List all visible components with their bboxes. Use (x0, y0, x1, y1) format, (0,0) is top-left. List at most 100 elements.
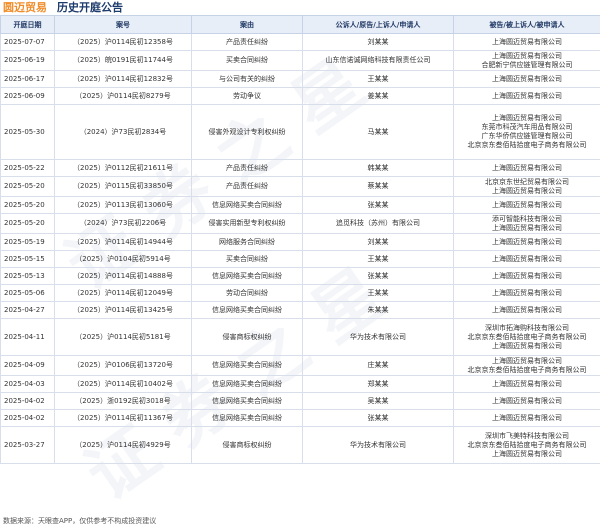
hearing-date-cell: 2025-05-22 (0, 159, 55, 177)
case-number-cell: （2025）沪0106民初13720号 (54, 355, 192, 376)
hearing-date-cell: 2025-04-02 (0, 409, 55, 427)
case-number-cell: （2025）沪0114民初14888号 (54, 267, 192, 285)
defendant-cell: 上海圆迈贸易有限公司 北京京东叁佰陆拾度电子商务有限公司 (453, 355, 600, 376)
case-cause-cell: 产品责任纠纷 (191, 33, 303, 51)
plaintiff-cell: 山东信诺诚网络科技有限责任公司 (302, 50, 454, 71)
defendant-name: 上海圆迈贸易有限公司 (492, 396, 562, 405)
brand-name: 圆迈贸易 (3, 1, 47, 14)
case-number-cell: （2025）沪0114民初12049号 (54, 284, 192, 302)
data-source-note: 数据来源：天眼查APP，仅供参考不构成投资建议 (3, 517, 157, 525)
defendant-name: 东莞市科茂汽车用品有限公司 (481, 123, 573, 131)
hearing-date-cell: 2025-05-20 (0, 213, 55, 234)
hearing-date-cell: 2025-05-19 (0, 233, 55, 251)
table-row: 2025-05-20 （2025）沪0115民初33850号 产品责任纠纷 蔡某某 北京… (0, 176, 600, 197)
defendant-cell: 上海圆迈贸易有限公司 (453, 233, 600, 251)
hearing-date-cell: 2025-07-07 (0, 33, 55, 51)
hearing-date-cell: 2025-06-09 (0, 87, 55, 105)
defendant-cell: 深圳市拓海购科技有限公司 北京京东叁佰陆拾度电子商务有限公司 上海圆迈贸易有限公司 (453, 318, 600, 356)
plaintiff-cell: 马某某 (302, 104, 454, 160)
case-cause-cell: 侵害实用新型专利权纠纷 (191, 213, 303, 234)
defendant-cell: 上海圆迈贸易有限公司 (453, 375, 600, 393)
case-cause-cell: 网络服务合同纠纷 (191, 233, 303, 251)
table-row: 2025-04-27 （2025）沪0114民初13425号 信息网络买卖合同纠纷 朱… (0, 301, 600, 319)
defendant-name: 上海圆迈贸易有限公司 (492, 449, 562, 458)
hearing-date-cell: 2025-05-13 (0, 267, 55, 285)
case-number-cell: （2025）沪0114民初14944号 (54, 233, 192, 251)
defendant-name: 上海圆迈贸易有限公司 (492, 379, 562, 388)
plaintiff-cell: 刘某某 (302, 233, 454, 251)
defendant-name: 上海圆迈贸易有限公司 (492, 305, 562, 314)
table-row: 2025-04-11 （2025）沪0114民初5181号 侵害商标权纠纷 华为技术有… (0, 318, 600, 356)
plaintiff-name: 吴某某 (367, 396, 389, 405)
defendant-cell: 上海圆迈贸易有限公司 (453, 392, 600, 410)
table-row: 2025-05-15 （2025）沪0104民初5914号 买卖合同纠纷 王某某 上海圆… (0, 250, 600, 268)
plaintiff-cell: 张某某 (302, 196, 454, 214)
case-number-cell: （2025）沪0114民初4929号 (54, 426, 192, 464)
defendant-cell: 上海圆迈贸易有限公司 (453, 250, 600, 268)
plaintiff-cell: 姜某某 (302, 87, 454, 105)
defendant-name: 深圳市拓海购科技有限公司 (485, 323, 569, 332)
defendant-cell: 上海圆迈贸易有限公司 (453, 409, 600, 427)
plaintiff-name: 张某某 (367, 413, 389, 422)
defendant-cell: 上海圆迈贸易有限公司 (453, 33, 600, 51)
case-number-cell: （2025）沪0114民初8279号 (54, 87, 192, 105)
defendant-name: 上海圆迈贸易有限公司 (492, 413, 562, 422)
case-cause-cell: 侵害商标权纠纷 (191, 318, 303, 356)
case-cause-cell: 信息网络买卖合同纠纷 (191, 196, 303, 214)
case-number-cell: （2025）沪0114民初5181号 (54, 318, 192, 356)
plaintiff-cell: 王某某 (302, 70, 454, 88)
plaintiff-cell: 吴某某 (302, 392, 454, 410)
defendant-name: 上海圆迈贸易有限公司 (492, 186, 562, 195)
table-row: 2025-05-22 （2025）沪0112民初21611号 产品责任纠纷 韩某某 上海… (0, 159, 600, 177)
table-row: 2025-04-02 （2025）沪0114民初11367号 信息网络买卖合同纠纷 张… (0, 409, 600, 427)
defendant-name: 上海圆迈贸易有限公司 (492, 356, 562, 365)
plaintiff-name: 张某某 (367, 271, 389, 280)
case-cause-cell: 买卖合同纠纷 (191, 250, 303, 268)
plaintiff-cell: 王某某 (302, 250, 454, 268)
table-row: 2025-05-13 （2025）沪0114民初14888号 信息网络买卖合同纠纷 张… (0, 267, 600, 285)
plaintiff-name: 追觅科技（苏州）有限公司 (336, 219, 420, 227)
defendant-cell: 上海圆迈贸易有限公司 (453, 70, 600, 88)
case-cause-cell: 产品责任纠纷 (191, 159, 303, 177)
plaintiff-cell: 蔡某某 (302, 176, 454, 197)
hearing-date-cell: 2025-05-30 (0, 104, 55, 160)
table-row: 2025-07-07 （2025）沪0114民初12358号 产品责任纠纷 刘某某 上海… (0, 33, 600, 51)
case-number-cell: （2024）沪73民初2834号 (54, 104, 192, 160)
column-header-plaintiff: 公诉人/原告/上诉人/申请人 (302, 15, 454, 34)
case-number-cell: （2025）沪0112民初21611号 (54, 159, 192, 177)
defendant-cell: 北京京东世纪贸易有限公司 上海圆迈贸易有限公司 (453, 176, 600, 197)
defendant-name: 上海圆迈贸易有限公司 (492, 223, 562, 232)
defendant-name: 上海圆迈贸易有限公司 (492, 37, 562, 46)
plaintiff-name: 王某某 (367, 288, 389, 297)
case-cause-cell: 信息网络买卖合同纠纷 (191, 375, 303, 393)
plaintiff-cell: 韩某某 (302, 159, 454, 177)
defendant-name: 北京京东叁佰陆拾度电子商务有限公司 (467, 332, 587, 341)
plaintiff-name: 马某某 (367, 127, 389, 136)
hearing-announcements-table: 开庭日期 案号 案由 公诉人/原告/上诉人/申请人 被告/被上诉人/被申请人 2… (0, 15, 600, 464)
defendant-name: 上海圆迈贸易有限公司 (492, 51, 562, 60)
hearing-date-cell: 2025-06-17 (0, 70, 55, 88)
defendant-cell: 上海圆迈贸易有限公司 (453, 196, 600, 214)
defendant-name: 北京京东叁佰陆拾度电子商务有限公司 (467, 141, 587, 149)
table-row: 2025-05-20 （2024）沪73民初2206号 侵害实用新型专利权纠纷 追觅科… (0, 213, 600, 234)
defendant-name: 上海圆迈贸易有限公司 (492, 200, 562, 209)
plaintiff-cell: 张某某 (302, 409, 454, 427)
plaintiff-name: 山东信诺诚网络科技有限责任公司 (325, 56, 431, 64)
case-number-cell: （2025）浙0192民初3018号 (54, 392, 192, 410)
defendant-cell: 上海圆迈贸易有限公司 东莞市科茂汽车用品有限公司 广东华侨供应链管理有限公司 北京京东… (453, 104, 600, 160)
defendant-name: 深圳市飞美特科技有限公司 (485, 431, 569, 440)
plaintiff-name: 刘某某 (367, 37, 389, 46)
plaintiff-name: 庄某某 (367, 361, 389, 369)
table-row: 2025-05-30 （2024）沪73民初2834号 侵害外观设计专利权纠纷 马某某… (0, 104, 600, 160)
plaintiff-cell: 华为技术有限公司 (302, 426, 454, 464)
plaintiff-name: 蔡某某 (367, 182, 389, 190)
case-number-cell: （2025）沪0113民初13060号 (54, 196, 192, 214)
case-cause-cell: 劳动争议 (191, 87, 303, 105)
plaintiff-name: 王某某 (367, 254, 389, 263)
case-cause-cell: 信息网络买卖合同纠纷 (191, 301, 303, 319)
hearing-date-cell: 2025-04-11 (0, 318, 55, 356)
table-row: 2025-04-03 （2025）沪0114民初10402号 信息网络买卖合同纠纷 郑… (0, 375, 600, 393)
defendant-name: 北京京东世纪贸易有限公司 (485, 177, 569, 186)
plaintiff-name: 刘某某 (367, 237, 389, 246)
plaintiff-cell: 郑某某 (302, 375, 454, 393)
